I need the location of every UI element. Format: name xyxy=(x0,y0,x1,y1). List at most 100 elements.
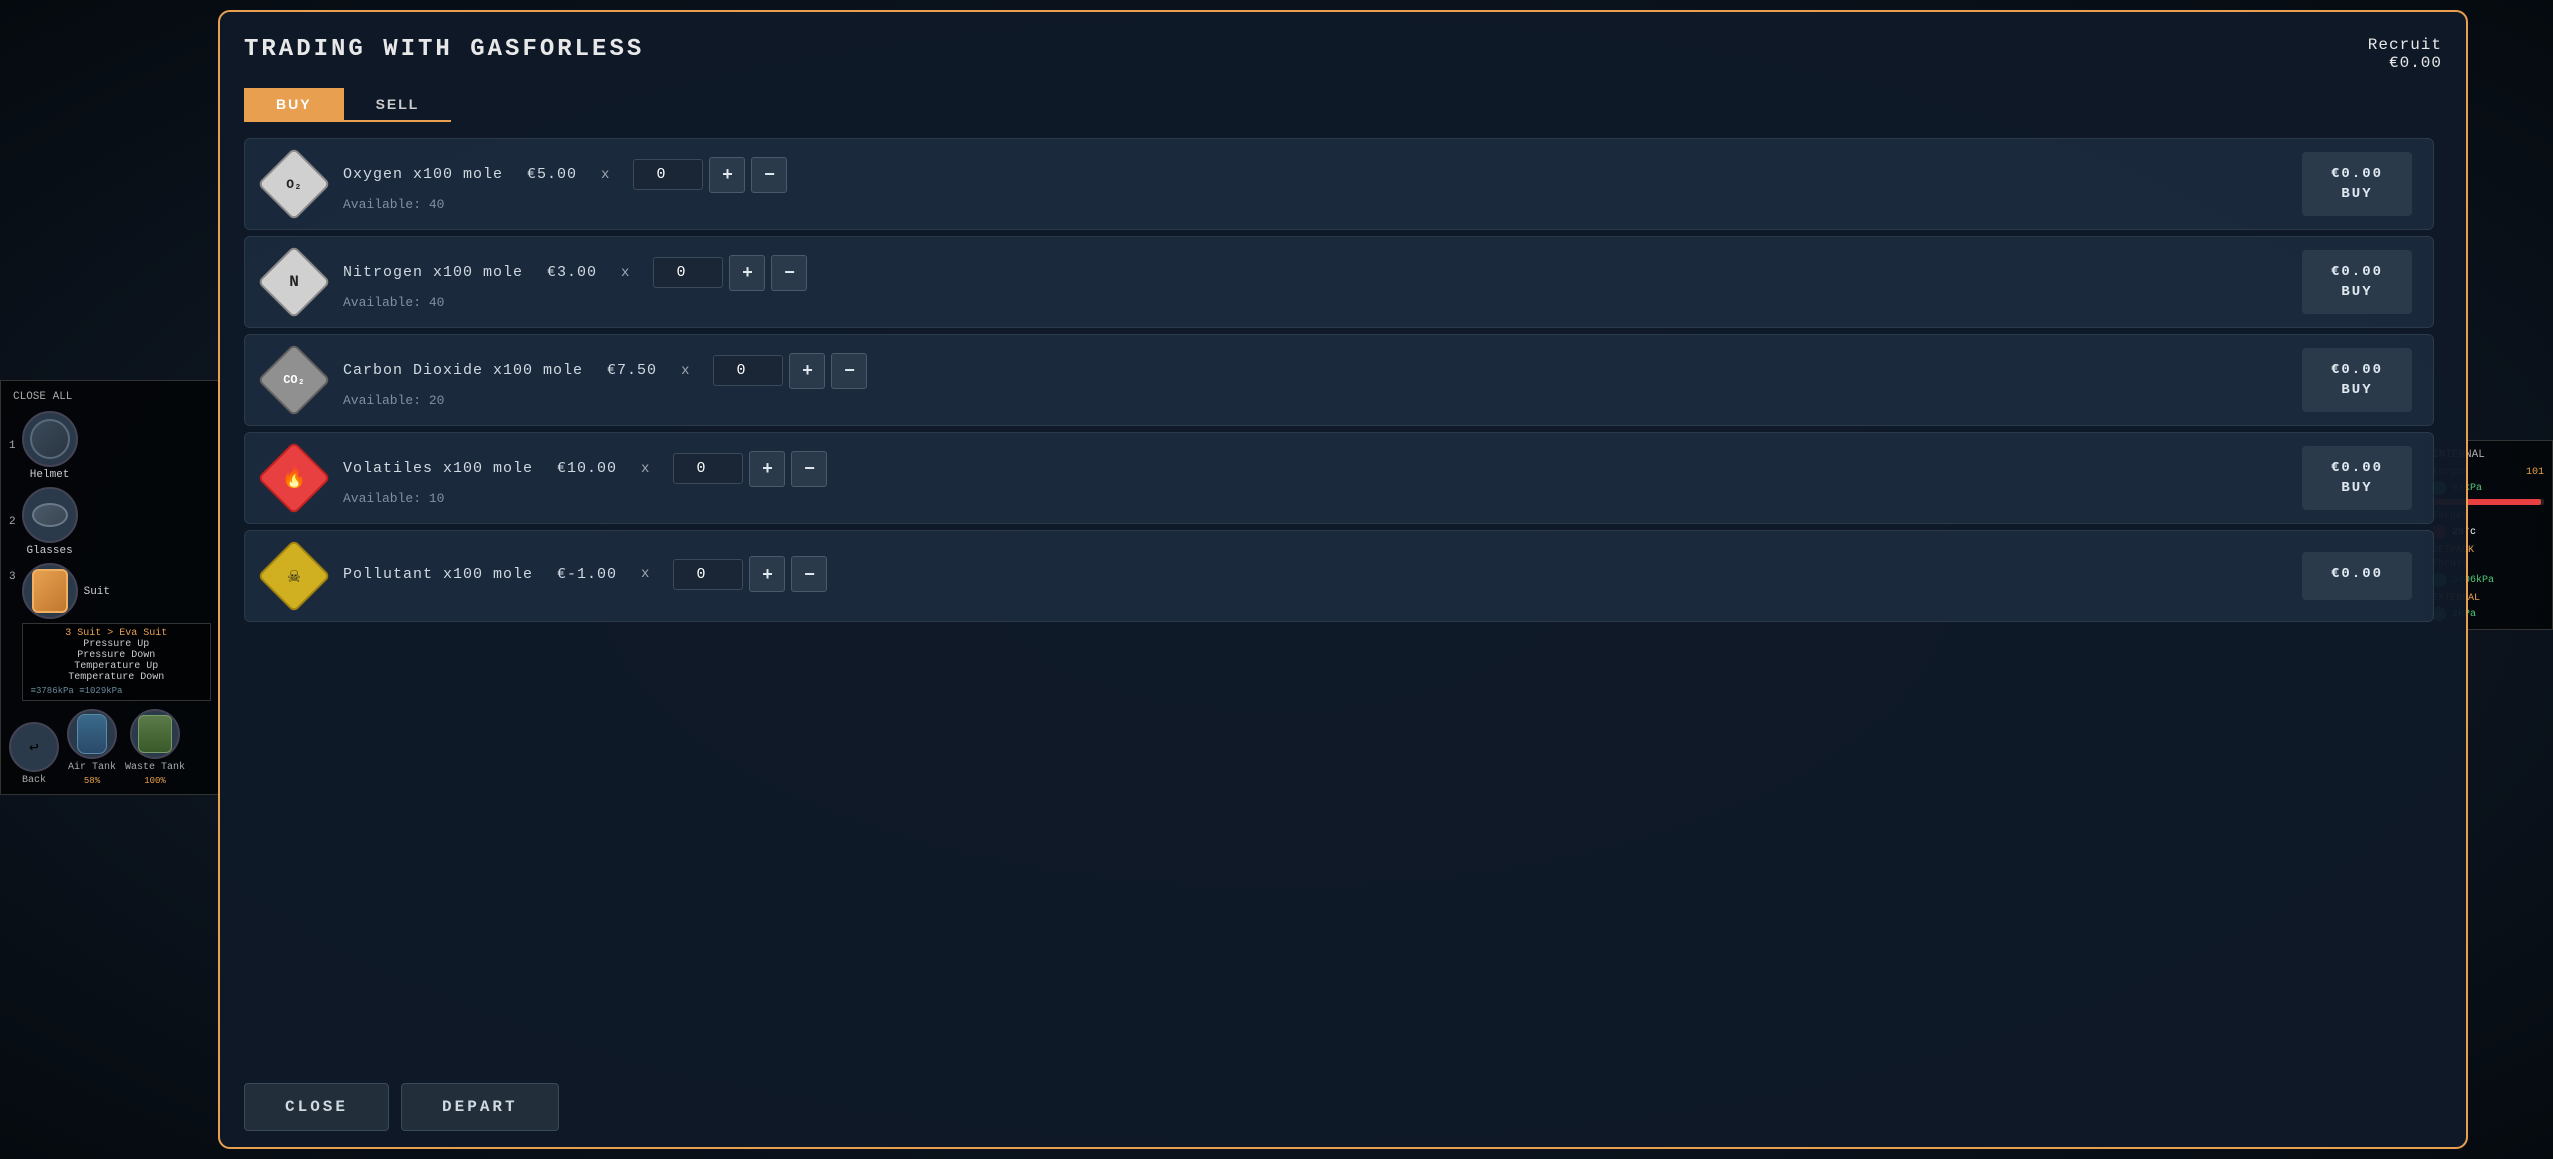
nitrogen-name-row: Nitrogen x100 mole €3.00 x + − xyxy=(343,255,2281,291)
back-button[interactable]: ↩ Back xyxy=(9,722,59,786)
player-rank: Recruit xyxy=(2368,36,2442,54)
tab-buy[interactable]: BUY xyxy=(244,88,344,120)
back-icon: ↩ xyxy=(9,722,59,772)
pollutant-icon-text: ☠ xyxy=(288,563,300,589)
co2-icon-box: CO₂ xyxy=(261,347,327,413)
nitrogen-details: Nitrogen x100 mole €3.00 x + − Available… xyxy=(343,255,2281,310)
pollutant-name-row: Pollutant x100 mole €-1.00 x + − xyxy=(343,556,2281,592)
oxygen-icon-text: O₂ xyxy=(286,177,302,192)
co2-name: Carbon Dioxide x100 mole xyxy=(343,362,583,379)
oxygen-name-row: Oxygen x100 mole €5.00 x + − xyxy=(343,157,2281,193)
volatiles-buy-button[interactable]: €0.00 BUY xyxy=(2302,446,2412,510)
pollutant-buy-section: €0.00 xyxy=(2297,552,2417,600)
suit-icon xyxy=(22,563,78,619)
nitrogen-buy-button[interactable]: €0.00 BUY xyxy=(2302,250,2412,314)
co2-price: €7.50 xyxy=(607,362,657,379)
air-tank-stat: 58% xyxy=(84,776,100,786)
air-tank-icon xyxy=(67,709,117,759)
nitrogen-icon-box: N xyxy=(261,249,327,315)
pressure-up-action[interactable]: Pressure Up xyxy=(31,639,202,650)
volatiles-quantity-controls: + − xyxy=(673,451,827,487)
volatiles-details: Volatiles x100 mole €10.00 x + − Availab… xyxy=(343,451,2281,506)
co2-available: Available: 20 xyxy=(343,393,2281,408)
dialog-title: TRADING WITH GASFORLESS xyxy=(244,36,644,63)
co2-decrement-button[interactable]: − xyxy=(831,353,867,389)
bottom-items-row: ↩ Back Air Tank 58% Waste Tank 100% xyxy=(9,709,211,786)
volatiles-increment-button[interactable]: + xyxy=(749,451,785,487)
air-tank-item: Air Tank 58% xyxy=(67,709,117,786)
nitrogen-quantity-controls: + − xyxy=(653,255,807,291)
co2-icon-text: CO₂ xyxy=(283,373,305,387)
nitrogen-buy-section: €0.00 BUY xyxy=(2297,250,2417,314)
close-all-button[interactable]: Close All xyxy=(9,389,211,405)
pollutant-buy-button[interactable]: €0.00 xyxy=(2302,552,2412,600)
oxygen-increment-button[interactable]: + xyxy=(709,157,745,193)
pollutant-quantity-controls: + − xyxy=(673,556,827,592)
suit-title: 3 Suit > Eva Suit xyxy=(31,628,202,639)
oxygen-decrement-button[interactable]: − xyxy=(751,157,787,193)
co2-buy-button[interactable]: €0.00 BUY xyxy=(2302,348,2412,412)
co2-increment-button[interactable]: + xyxy=(789,353,825,389)
depart-button[interactable]: DEPART xyxy=(401,1083,559,1131)
pressure-down-action[interactable]: Pressure Down xyxy=(31,650,202,661)
oxygen-details: Oxygen x100 mole €5.00 x + − Available: … xyxy=(343,157,2281,212)
nitrogen-x: x xyxy=(621,265,629,281)
pollutant-quantity-input[interactable] xyxy=(673,559,743,590)
oxygen-x: x xyxy=(601,167,609,183)
oxygen-buy-button[interactable]: €0.00 BUY xyxy=(2302,152,2412,216)
volatiles-name-row: Volatiles x100 mole €10.00 x + − xyxy=(343,451,2281,487)
pollutant-increment-button[interactable]: + xyxy=(749,556,785,592)
pollutant-x: x xyxy=(641,566,649,582)
slot-number-1: 1 xyxy=(9,440,16,452)
volatiles-quantity-input[interactable] xyxy=(673,453,743,484)
close-button[interactable]: CLOSE xyxy=(244,1083,389,1131)
pollutant-decrement-button[interactable]: − xyxy=(791,556,827,592)
oxygen-buy-section: €0.00 BUY xyxy=(2297,152,2417,216)
oxygen-quantity-input[interactable] xyxy=(633,159,703,190)
player-money: €0.00 xyxy=(2368,54,2442,72)
slot-number-3: 3 xyxy=(9,571,16,583)
co2-x: x xyxy=(681,363,689,379)
nitrogen-quantity-input[interactable] xyxy=(653,257,723,288)
trade-item-nitrogen: N Nitrogen x100 mole €3.00 x + − Availab… xyxy=(244,236,2434,328)
temperature-up-action[interactable]: Temperature Up xyxy=(31,661,202,672)
waste-tank-label: Waste Tank xyxy=(125,762,185,773)
volatiles-decrement-button[interactable]: − xyxy=(791,451,827,487)
trade-item-co2: CO₂ Carbon Dioxide x100 mole €7.50 x + −… xyxy=(244,334,2434,426)
suit-stats: ≡3786kPa ≡1029kPa xyxy=(31,686,202,696)
tab-sell[interactable]: SELL xyxy=(344,88,452,120)
nitrogen-icon-text: N xyxy=(289,273,299,291)
dialog-footer: CLOSE DEPART xyxy=(244,1075,2442,1131)
sidebar-slot-3: 3 Suit 3 Suit > Eva Suit Pressure Up Pre… xyxy=(9,563,211,701)
nitrogen-name: Nitrogen x100 mole xyxy=(343,264,523,281)
slot-number-2: 2 xyxy=(9,516,16,528)
volatiles-icon-text: 🔥 xyxy=(282,465,307,491)
waste-tank-stat: 100% xyxy=(144,776,166,786)
pollutant-icon-box: ☠ xyxy=(261,543,327,609)
temperature-down-action[interactable]: Temperature Down xyxy=(31,672,202,683)
co2-buy-section: €0.00 BUY xyxy=(2297,348,2417,412)
oxygen-name: Oxygen x100 mole xyxy=(343,166,503,183)
co2-details: Carbon Dioxide x100 mole €7.50 x + − Ava… xyxy=(343,353,2281,408)
co2-quantity-input[interactable] xyxy=(713,355,783,386)
pollutant-name: Pollutant x100 mole xyxy=(343,566,533,583)
nitrogen-increment-button[interactable]: + xyxy=(729,255,765,291)
co2-quantity-controls: + − xyxy=(713,353,867,389)
player-info: Recruit €0.00 xyxy=(2368,36,2442,72)
glasses-icon xyxy=(22,487,78,543)
sidebar-slot-2: 2 Glasses xyxy=(9,487,211,557)
trading-dialog: TRADING WITH GASFORLESS Recruit €0.00 BU… xyxy=(218,10,2468,1149)
helmet-label: Helmet xyxy=(30,469,70,481)
sidebar-slot-1: 1 Helmet xyxy=(9,411,211,481)
waste-tank-item: Waste Tank 100% xyxy=(125,709,185,786)
nitrogen-price: €3.00 xyxy=(547,264,597,281)
co2-name-row: Carbon Dioxide x100 mole €7.50 x + − xyxy=(343,353,2281,389)
target-value: 101 xyxy=(2526,467,2544,478)
trade-item-oxygen: O₂ Oxygen x100 mole €5.00 x + − Availabl… xyxy=(244,138,2434,230)
pollutant-price: €-1.00 xyxy=(557,566,617,583)
nitrogen-decrement-button[interactable]: − xyxy=(771,255,807,291)
volatiles-name: Volatiles x100 mole xyxy=(343,460,533,477)
trade-item-pollutant: ☠ Pollutant x100 mole €-1.00 x + − xyxy=(244,530,2434,622)
nitrogen-available: Available: 40 xyxy=(343,295,2281,310)
volatiles-available: Available: 10 xyxy=(343,491,2281,506)
